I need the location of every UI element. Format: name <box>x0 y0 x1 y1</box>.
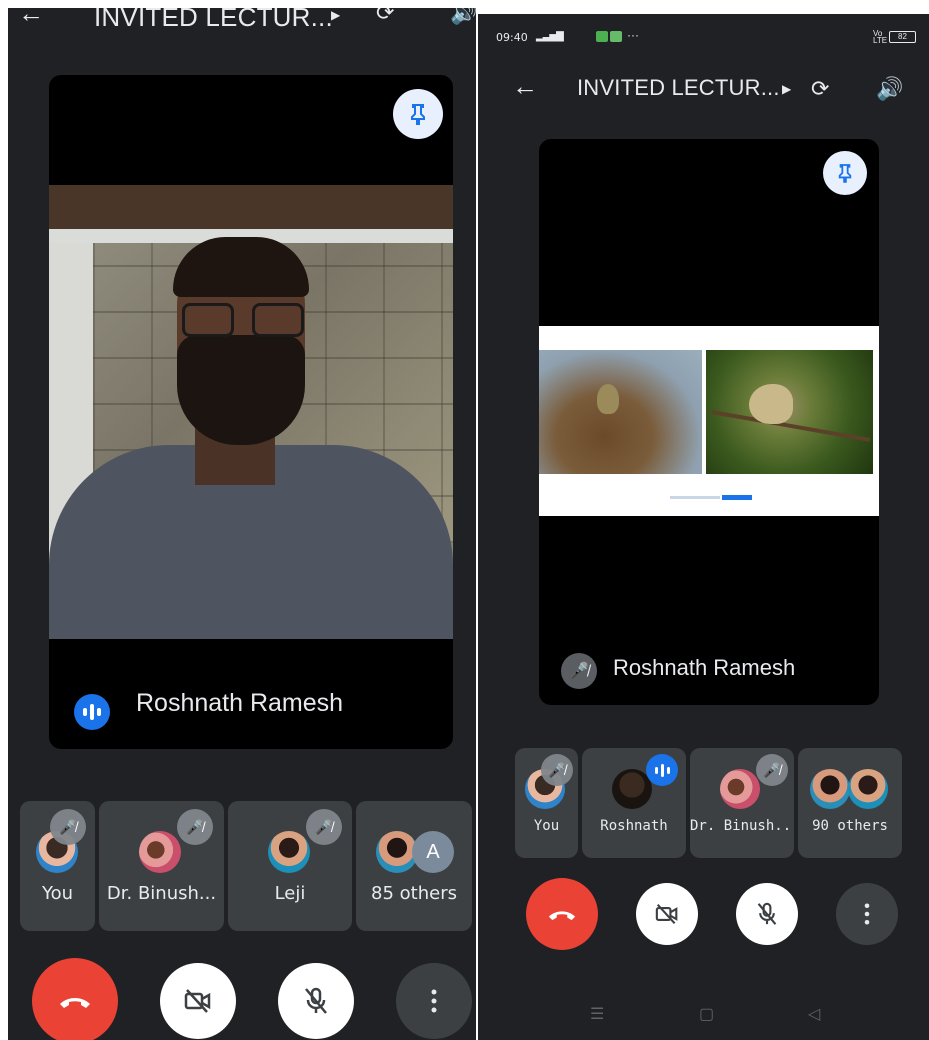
participant-label: 85 others <box>371 883 457 904</box>
shared-screen-slide <box>539 326 879 516</box>
more-vert-icon <box>864 903 870 925</box>
mic-off-icon: 🎤̸ <box>306 809 342 845</box>
camera-off-icon <box>184 989 211 1013</box>
top-app-bar: ← INVITED LECTUR... ▶ ⟳ 🔊 <box>478 69 929 109</box>
caret-right-icon[interactable]: ▶ <box>782 82 791 96</box>
home-nav-icon[interactable]: ▢ <box>699 1004 714 1024</box>
speaking-icon <box>646 754 678 786</box>
participant-strip: 🎤̸ You Roshnath 🎤̸ Dr. Binush... 90 othe… <box>515 748 902 858</box>
participant-label: You <box>533 818 560 834</box>
end-call-button[interactable] <box>526 878 598 950</box>
lte-indicator: Vo LTE <box>873 29 888 45</box>
right-phone-screen: 09:40 ▂▃▅▇ ··· Vo LTE 82 ← INVITED LECTU… <box>478 14 929 1040</box>
mic-toggle-button[interactable] <box>278 963 354 1039</box>
system-nav-bar: ☰ ▢ ◁ <box>478 1004 929 1034</box>
meeting-title[interactable]: INVITED LECTUR... <box>577 75 780 101</box>
more-vert-icon <box>431 989 437 1013</box>
mic-off-icon <box>305 987 327 1014</box>
more-notifications: ··· <box>627 28 639 42</box>
signal-icon: ▂▃▅▇ <box>536 31 564 42</box>
participant-label: Dr. Binush... <box>106 883 217 904</box>
participant-label: You <box>41 883 74 904</box>
avatar <box>720 769 760 809</box>
rotate-camera-icon[interactable]: ⟳ <box>376 8 394 26</box>
mic-off-icon: 🎤̸ <box>756 754 788 786</box>
top-app-bar: ← INVITED LECTUR... ▶ ⟳ 🔊 <box>8 8 476 33</box>
menu-nav-icon[interactable]: ☰ <box>590 1004 604 1024</box>
speaker-icon[interactable]: 🔊 <box>876 76 903 102</box>
participant-tile-leji[interactable]: 🎤̸ Leji <box>228 801 352 931</box>
back-arrow-icon[interactable]: ← <box>18 8 44 29</box>
presenter-name: Roshnath Ramesh <box>136 689 344 717</box>
mic-off-icon: 🎤̸ <box>177 809 213 845</box>
mic-toggle-button[interactable] <box>736 883 798 945</box>
participant-label: Dr. Binush... <box>690 818 794 834</box>
participant-strip: 🎤̸ You 🎤̸ Dr. Binush... 🎤̸ Leji A 85 oth… <box>20 801 472 931</box>
end-call-button[interactable] <box>32 958 118 1040</box>
pin-icon[interactable] <box>823 151 867 195</box>
participant-tile-you[interactable]: 🎤̸ You <box>515 748 578 858</box>
battery-indicator: 82 <box>889 31 916 43</box>
presenter-name: Roshnath Ramesh <box>613 655 796 680</box>
status-time: 09:40 <box>496 31 528 44</box>
notification-icon <box>596 31 608 42</box>
camera-toggle-button[interactable] <box>160 963 236 1039</box>
main-presentation-tile[interactable]: 🎤̸ Roshnath Ramesh <box>539 139 879 705</box>
status-bar: 09:40 ▂▃▅▇ ··· Vo LTE 82 <box>478 26 929 48</box>
meeting-title[interactable]: INVITED LECTUR... <box>94 8 333 33</box>
participant-tile-others[interactable]: A 85 others <box>356 801 472 931</box>
camera-toggle-button[interactable] <box>636 883 698 945</box>
main-video-tile[interactable]: Roshnath Ramesh <box>49 75 453 749</box>
avatar <box>848 769 888 809</box>
mic-off-icon: 🎤̸ <box>541 754 573 786</box>
mic-off-icon: 🎤̸ <box>50 809 86 845</box>
speaking-icon <box>74 694 110 730</box>
participant-tile-others[interactable]: 90 others <box>798 748 902 858</box>
rotate-camera-icon[interactable]: ⟳ <box>811 76 829 102</box>
participant-label: 90 others <box>812 818 888 834</box>
call-controls <box>32 958 472 1040</box>
participant-label: Roshnath <box>600 818 668 834</box>
pin-icon[interactable] <box>393 89 443 139</box>
call-controls <box>526 878 898 950</box>
participant-tile-dr-binush[interactable]: 🎤̸ Dr. Binush... <box>99 801 224 931</box>
avatar <box>268 831 310 873</box>
camera-off-icon <box>655 903 678 925</box>
back-arrow-icon[interactable]: ← <box>512 71 538 102</box>
back-nav-icon[interactable]: ◁ <box>808 1004 820 1024</box>
left-phone-screen: ← INVITED LECTUR... ▶ ⟳ 🔊 Roshnath Rames… <box>8 8 476 1040</box>
more-options-button[interactable] <box>836 883 898 945</box>
participant-tile-you[interactable]: 🎤̸ You <box>20 801 95 931</box>
notification-icon <box>610 31 622 42</box>
camera-video-feed <box>49 185 453 639</box>
mic-off-icon: 🎤̸ <box>561 653 597 689</box>
participant-tile-roshnath[interactable]: Roshnath <box>582 748 686 858</box>
caret-right-icon[interactable]: ▶ <box>331 8 340 22</box>
more-options-button[interactable] <box>396 963 472 1039</box>
avatar <box>139 831 181 873</box>
speaker-icon[interactable]: 🔊 <box>450 8 476 26</box>
avatar-letter: A <box>412 831 454 873</box>
participant-tile-dr-binush[interactable]: 🎤̸ Dr. Binush... <box>690 748 794 858</box>
participant-label: Leji <box>274 883 306 904</box>
avatar <box>810 769 850 809</box>
mic-off-icon <box>757 902 777 925</box>
